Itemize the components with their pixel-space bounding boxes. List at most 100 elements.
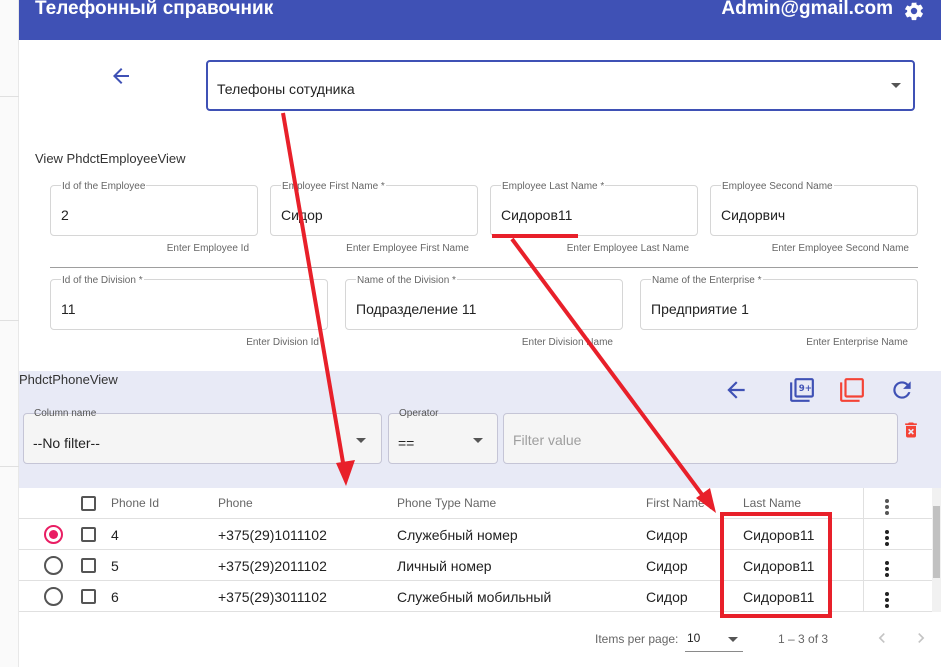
refresh-icon[interactable] — [889, 377, 915, 403]
employee-id-label: Id of the Employee — [61, 181, 147, 192]
employee-id-value: 2 — [61, 207, 69, 223]
enterprise-name-label: Name of the Enterprise * — [651, 275, 763, 286]
enterprise-name-value: Предприятие 1 — [651, 301, 749, 317]
enterprise-name-field[interactable]: Name of the Enterprise * Предприятие 1 — [640, 275, 918, 330]
cell-first-name: Сидор — [646, 558, 688, 574]
division-id-label: Id of the Division * — [61, 275, 144, 286]
employee-second-name-label: Employee Second Name — [721, 181, 834, 192]
filter-value-placeholder: Filter value — [513, 432, 582, 448]
division-name-field[interactable]: Name of the Division * Подразделение 11 — [345, 275, 623, 330]
division-name-label: Name of the Division * — [356, 275, 457, 286]
row-checkbox[interactable] — [81, 527, 96, 542]
table-row[interactable]: 4 +375(29)1011102 Служебный номер Сидор … — [19, 519, 932, 550]
employee-first-name-value: Сидор — [281, 207, 323, 223]
employee-last-name-field[interactable]: Employee Last Name * Сидоров11 — [490, 181, 698, 236]
cell-phone-type: Личный номер — [397, 558, 492, 574]
filter-value-input[interactable]: Filter value — [503, 413, 898, 464]
row-select-radio[interactable] — [44, 587, 63, 606]
paginator: Items per page: 10 1 – 3 of 3 — [19, 612, 941, 667]
operator-select[interactable]: Operator == — [388, 408, 498, 464]
employee-first-name-field[interactable]: Employee First Name * Сидор — [270, 181, 478, 236]
table-row[interactable]: 5 +375(29)2011102 Личный номер Сидор Сид… — [19, 550, 932, 581]
table-header: Phone Id Phone Phone Type Name First Nam… — [19, 488, 932, 519]
division-name-value: Подразделение 11 — [356, 301, 477, 317]
enterprise-name-hint: Enter Enterprise Name — [806, 337, 908, 348]
phone-table: Phone Id Phone Phone Type Name First Nam… — [19, 488, 932, 612]
row-menu-icon[interactable] — [885, 530, 889, 548]
page-range-label: 1 – 3 of 3 — [778, 632, 829, 646]
row-menu-icon[interactable] — [885, 592, 889, 610]
employee-second-name-hint: Enter Employee Second Name — [771, 243, 909, 254]
strip-divider — [0, 96, 19, 97]
svg-text:9+: 9+ — [799, 384, 812, 394]
page-size-select[interactable]: 10 — [685, 626, 743, 652]
header-phone-type[interactable]: Phone Type Name — [397, 496, 496, 510]
strip-divider — [0, 320, 19, 321]
cell-phone: +375(29)2011102 — [218, 558, 327, 574]
back-arrow-icon[interactable] — [108, 64, 134, 88]
back-arrow-icon[interactable] — [723, 377, 749, 403]
cell-phone-id: 4 — [111, 527, 119, 543]
header-last-name[interactable]: Last Name — [743, 496, 801, 510]
next-page-icon[interactable] — [911, 628, 931, 648]
phone-view-panel: PhdctPhoneView 9+ Column name --No filte… — [19, 371, 941, 488]
employee-second-name-field[interactable]: Employee Second Name Сидорвич — [710, 181, 918, 236]
employee-last-name-label: Employee Last Name * — [501, 181, 606, 192]
row-menu-icon[interactable] — [885, 561, 889, 579]
select-all-checkbox[interactable] — [81, 496, 96, 511]
cell-last-name: Сидоров11 — [743, 558, 815, 574]
cell-phone-type: Служебный номер — [397, 527, 518, 543]
cell-phone: +375(29)3011102 — [218, 589, 327, 605]
employee-last-name-value: Сидоров11 — [501, 207, 573, 223]
employee-first-name-hint: Enter Employee First Name — [346, 243, 469, 254]
user-email[interactable]: Admin@gmail.com — [721, 0, 893, 20]
employee-id-hint: Enter Employee Id — [166, 243, 249, 254]
row-select-radio[interactable] — [44, 525, 63, 544]
operator-label: Operator — [399, 408, 439, 419]
column-name-select[interactable]: Column name --No filter-- — [23, 408, 382, 464]
app-toolbar: Телефонный справочник Admin@gmail.com — [19, 0, 941, 40]
gear-icon[interactable] — [903, 0, 925, 21]
cell-last-name: Сидоров11 — [743, 589, 815, 605]
copy-icon[interactable] — [839, 377, 865, 403]
cell-first-name: Сидор — [646, 589, 688, 605]
row-checkbox[interactable] — [81, 589, 96, 604]
chevron-down-icon — [891, 83, 901, 88]
section-divider — [50, 267, 918, 268]
filter-9-plus-icon[interactable]: 9+ — [789, 377, 815, 403]
division-id-field[interactable]: Id of the Division * 11 — [50, 275, 328, 330]
header-first-name[interactable]: First Name — [646, 496, 705, 510]
employee-last-name-hint: Enter Employee Last Name — [566, 243, 689, 254]
cell-phone-id: 6 — [111, 589, 119, 605]
app-title: Телефонный справочник — [35, 0, 274, 19]
operator-value: == — [398, 435, 415, 451]
column-name-value: --No filter-- — [33, 435, 100, 451]
cell-phone-type: Служебный мобильный — [397, 589, 552, 605]
delete-icon[interactable] — [901, 419, 921, 441]
column-menu-icon[interactable] — [885, 499, 889, 517]
view-selector-dropdown[interactable]: Телефоны сотудника — [206, 60, 915, 111]
cell-phone-id: 5 — [111, 558, 119, 574]
cell-first-name: Сидор — [646, 527, 688, 543]
employee-id-field[interactable]: Id of the Employee 2 — [50, 181, 258, 236]
row-select-radio[interactable] — [44, 556, 63, 575]
scrollbar-thumb[interactable] — [933, 506, 940, 578]
header-phone[interactable]: Phone — [218, 496, 253, 510]
strip-divider — [0, 466, 19, 467]
chevron-down-icon — [356, 438, 366, 443]
division-name-hint: Enter Division Name — [521, 337, 613, 348]
view-selector-value: Телефоны сотудника — [217, 81, 355, 97]
employee-second-name-value: Сидорвич — [721, 207, 786, 223]
previous-page-icon[interactable] — [872, 628, 892, 648]
header-phone-id[interactable]: Phone Id — [111, 496, 159, 510]
division-id-hint: Enter Division Id — [246, 337, 319, 348]
cell-phone: +375(29)1011102 — [218, 527, 327, 543]
division-id-value: 11 — [61, 301, 76, 317]
column-name-label: Column name — [34, 408, 97, 419]
table-scrollbar[interactable] — [932, 488, 941, 612]
employee-view-title: View PhdctEmployeeView — [35, 151, 186, 166]
cell-last-name: Сидоров11 — [743, 527, 815, 543]
employee-first-name-label: Employee First Name * — [281, 181, 386, 192]
table-row[interactable]: 6 +375(29)3011102 Служебный мобильный Си… — [19, 581, 932, 612]
row-checkbox[interactable] — [81, 558, 96, 573]
